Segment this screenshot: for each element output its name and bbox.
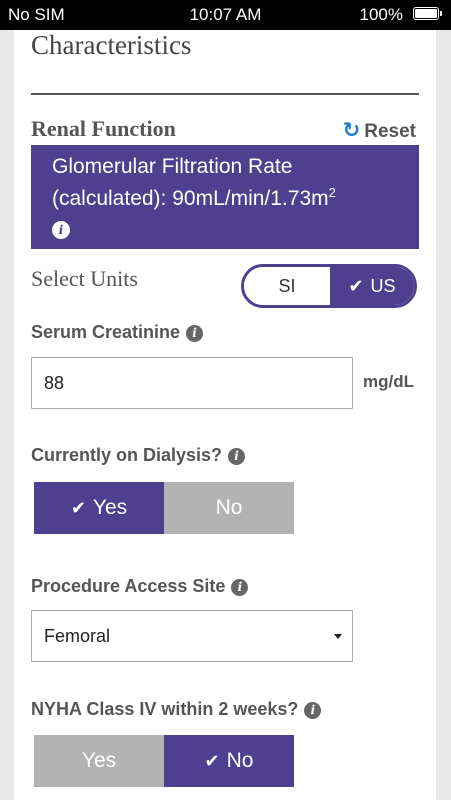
- unit-option-si[interactable]: SI: [244, 267, 330, 305]
- battery-percent: 100%: [359, 5, 403, 24]
- info-icon[interactable]: i: [304, 702, 322, 719]
- info-icon[interactable]: i: [231, 579, 249, 596]
- nyha-no-label: No: [226, 749, 254, 772]
- gfr-line-2: (calculated): 90mL/min/1.73m2: [52, 183, 405, 215]
- nyha-label: NYHA Class IV within 2 weeks? i: [31, 699, 322, 720]
- nyha-label-text: NYHA Class IV within 2 weeks?: [31, 699, 299, 719]
- dialysis-label-text: Currently on Dialysis?: [31, 445, 223, 465]
- dialysis-no-option[interactable]: No: [164, 482, 294, 534]
- battery-icon: [413, 7, 442, 20]
- dialysis-toggle: ✔ Yes No: [34, 482, 294, 534]
- nyha-toggle: Yes ✔ No: [34, 735, 294, 787]
- access-site-select[interactable]: Femoral: [31, 610, 353, 662]
- info-icon[interactable]: i: [186, 325, 204, 342]
- refresh-icon: ↻: [342, 119, 361, 142]
- unit-option-us[interactable]: ✔ US: [330, 267, 414, 305]
- serum-creatinine-input[interactable]: [31, 357, 353, 409]
- unit-us-label: US: [370, 275, 396, 296]
- access-site-label-text: Procedure Access Site: [31, 576, 226, 596]
- nyha-yes-option[interactable]: Yes: [34, 735, 164, 787]
- access-site-label: Procedure Access Site i: [31, 576, 249, 597]
- units-toggle: SI ✔ US: [241, 264, 417, 308]
- select-units-label: Select Units: [31, 266, 138, 291]
- status-bar: No SIM 10:07 AM 100%: [0, 0, 451, 30]
- reset-button[interactable]: ↻ Reset: [343, 118, 416, 143]
- gfr-value: (calculated): 90mL/min/1.73m: [52, 187, 329, 210]
- creatinine-unit-label: mg/dL: [363, 372, 414, 391]
- gfr-result-panel: Glomerular Filtration Rate (calculated):…: [31, 145, 419, 249]
- info-icon[interactable]: i: [228, 448, 246, 465]
- serum-creatinine-label-text: Serum Creatinine: [31, 322, 181, 342]
- info-icon[interactable]: i: [52, 221, 70, 239]
- section-title: Characteristics: [31, 30, 192, 60]
- gfr-superscript: 2: [328, 185, 336, 200]
- dialysis-yes-label: Yes: [92, 496, 128, 519]
- check-icon: ✔: [204, 750, 220, 771]
- reset-label: Reset: [364, 121, 416, 142]
- access-site-value: Femoral: [44, 625, 111, 646]
- dialysis-yes-option[interactable]: ✔ Yes: [34, 482, 164, 534]
- check-icon: ✔: [348, 275, 364, 296]
- serum-creatinine-label: Serum Creatinine i: [31, 322, 204, 343]
- title-divider: [31, 93, 419, 95]
- caret-down-icon: [334, 634, 342, 639]
- dialysis-label: Currently on Dialysis? i: [31, 445, 246, 466]
- gfr-line-1: Glomerular Filtration Rate: [52, 155, 293, 178]
- characteristics-card: Characteristics Renal Function ↻ Reset Gl…: [14, 30, 436, 800]
- nyha-no-option[interactable]: ✔ No: [164, 735, 294, 787]
- check-icon: ✔: [70, 497, 86, 518]
- renal-function-heading: Renal Function: [31, 116, 176, 141]
